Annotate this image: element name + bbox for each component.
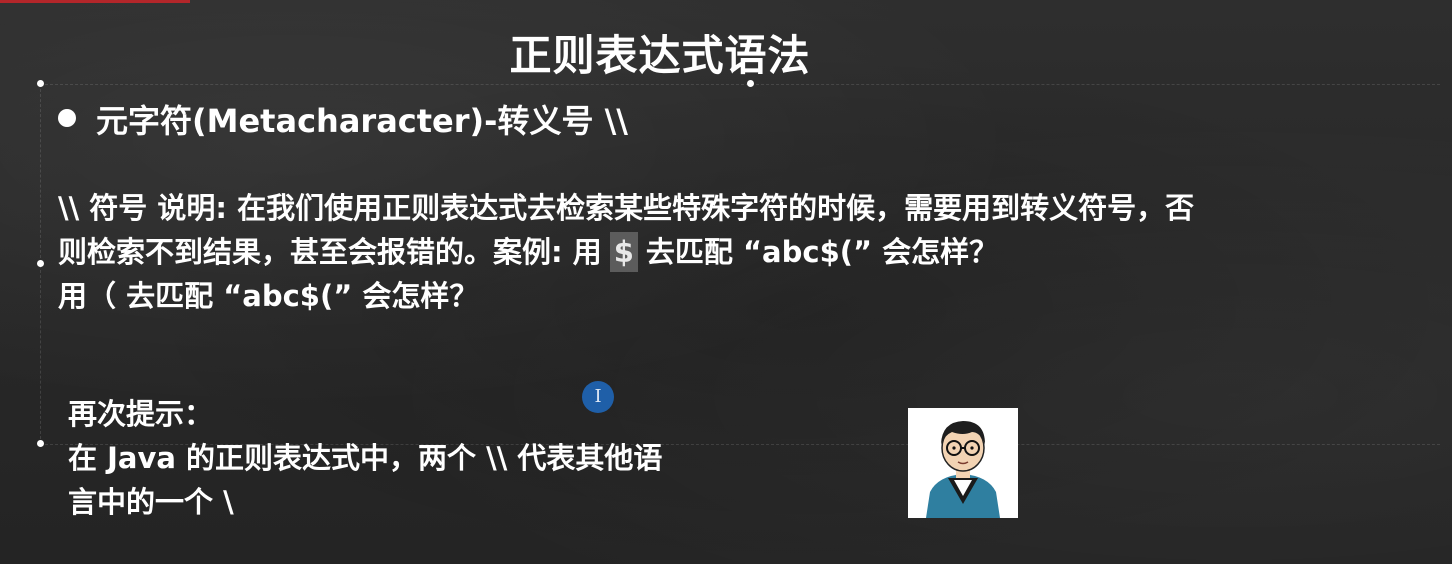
- tips-heading: 再次提示：: [68, 397, 214, 431]
- paragraph-line-2-end: 去匹配 “abc$(” 会怎样？: [645, 235, 999, 269]
- explanation-paragraph: \\ 符号 说明: 在我们使用正则表达式去检索某些特殊字符的时候，需要用到转义符…: [58, 186, 1448, 318]
- paragraph-line-1: \\ 符号 说明: 在我们使用正则表达式去检索某些特殊字符的时候，需要用到转义符…: [58, 191, 1195, 225]
- tips-line-2: 言中的一个 \: [68, 485, 234, 519]
- slide-title: 正则表达式语法: [509, 31, 811, 80]
- resize-handle[interactable]: [37, 440, 44, 447]
- slide: 正则表达式语法 元字符(Metacharacter)-转义号 \\ \\ 符号 …: [0, 0, 1452, 564]
- text-cursor-icon: I: [582, 381, 614, 413]
- resize-handle[interactable]: [37, 260, 44, 267]
- paragraph-line-2-start: 则检索不到结果，甚至会报错的。案例: 用: [58, 235, 602, 269]
- tips-block: 再次提示： 在 Java 的正则表达式中，两个 \\ 代表其他语 言中的一个 \: [68, 392, 662, 524]
- teacher-avatar-illustration: [908, 408, 1018, 518]
- accent-bar: [0, 0, 190, 3]
- placeholder-guide-top: [40, 84, 1440, 85]
- bullet-heading: 元字符(Metacharacter)-转义号 \\: [58, 96, 628, 142]
- paragraph-line-2: 则检索不到结果，甚至会报错的。案例: 用 $ 去匹配 “abc$(” 会怎样？: [58, 230, 1448, 274]
- bullet-heading-text: 元字符(Metacharacter)-转义号 \\: [96, 102, 628, 140]
- tips-line-1: 在 Java 的正则表达式中，两个 \\ 代表其他语: [68, 441, 663, 475]
- paragraph-line-3: 用（ 去匹配 “abc$(” 会怎样？: [58, 279, 479, 313]
- bullet-dot-icon: [58, 109, 76, 127]
- highlighted-dollar: $: [609, 232, 638, 272]
